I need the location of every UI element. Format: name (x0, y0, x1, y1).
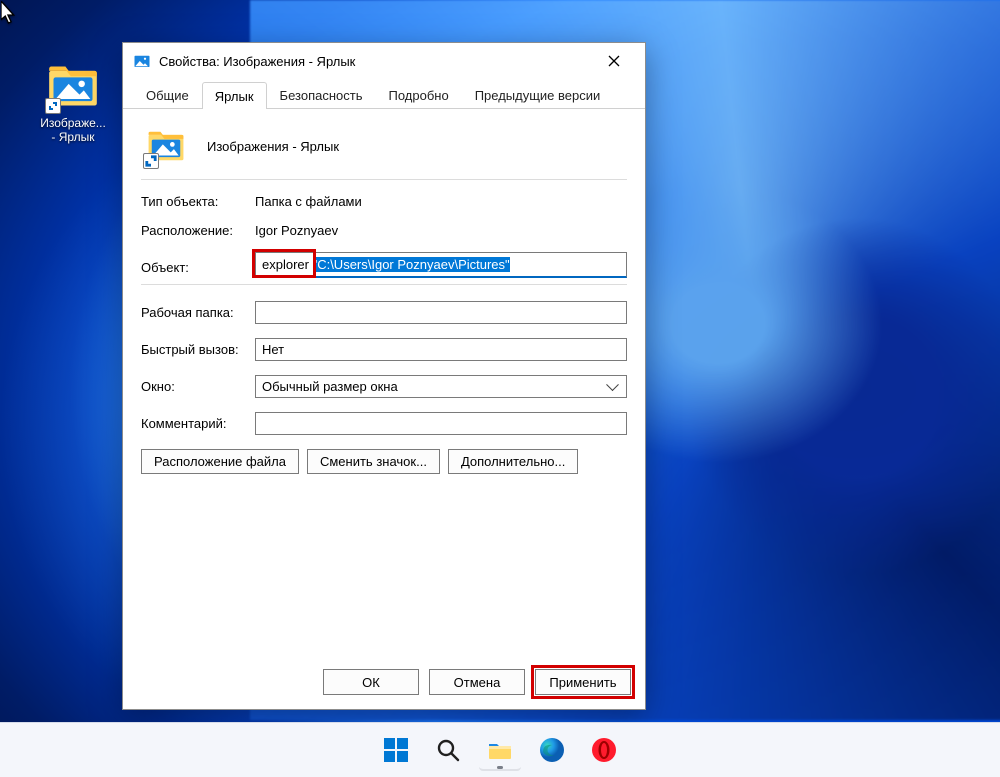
dialog-title-icon (133, 52, 151, 70)
tab-general[interactable]: Общие (133, 81, 202, 108)
location-label: Расположение: (141, 223, 255, 238)
run-select[interactable]: Обычный размер окна (255, 375, 627, 398)
search-icon (434, 736, 462, 764)
properties-dialog: Свойства: Изображения - Ярлык Общие Ярлы… (122, 42, 646, 710)
comment-label: Комментарий: (141, 416, 255, 431)
taskbar-opera[interactable] (583, 729, 625, 771)
target-path-selection: "C:\Users\Igor Poznyaev\Pictures" (313, 257, 510, 272)
opera-icon (590, 736, 618, 764)
apply-button[interactable]: Применить (535, 669, 631, 695)
desktop-shortcut-images[interactable]: Изображе... - Ярлык (30, 60, 116, 144)
change-icon-button[interactable]: Сменить значок... (307, 449, 440, 474)
run-label: Окно: (141, 379, 255, 394)
cancel-button[interactable]: Отмена (429, 669, 525, 695)
shortcutkey-input[interactable] (255, 338, 627, 361)
dialog-footer: ОК Отмена Применить (123, 657, 645, 709)
start-button[interactable] (375, 729, 417, 771)
comment-input[interactable] (255, 412, 627, 435)
shortcutkey-label: Быстрый вызов: (141, 342, 255, 357)
advanced-button[interactable]: Дополнительно... (448, 449, 578, 474)
shortcut-arrow-icon (143, 153, 159, 169)
shortcut-label-line1: Изображе... (30, 116, 116, 130)
tab-previous-versions[interactable]: Предыдущие версии (462, 81, 614, 108)
dialog-titlebar[interactable]: Свойства: Изображения - Ярлык (123, 43, 645, 79)
target-input[interactable]: explorer "C:\Users\Igor Poznyaev\Picture… (255, 252, 627, 278)
location-value: Igor Poznyaev (255, 223, 627, 238)
tab-details[interactable]: Подробно (375, 81, 461, 108)
dialog-title: Свойства: Изображения - Ярлык (159, 54, 591, 69)
shortcut-label-line2: - Ярлык (30, 130, 116, 144)
shortcut-tab-body: Изображения - Ярлык Тип объекта: Папка с… (123, 109, 645, 657)
tabs: Общие Ярлык Безопасность Подробно Предыд… (123, 79, 645, 109)
open-file-location-button[interactable]: Расположение файла (141, 449, 299, 474)
ok-button[interactable]: ОК (323, 669, 419, 695)
workdir-input[interactable] (255, 301, 627, 324)
edge-icon (538, 736, 566, 764)
close-icon (608, 55, 620, 67)
target-label: Объект: (141, 256, 255, 275)
tab-security[interactable]: Безопасность (267, 81, 376, 108)
taskbar-edge[interactable] (531, 729, 573, 771)
taskbar-search[interactable] (427, 729, 469, 771)
workdir-label: Рабочая папка: (141, 305, 255, 320)
mouse-cursor-icon (1, 1, 17, 23)
taskbar-file-explorer[interactable] (479, 729, 521, 771)
close-button[interactable] (591, 45, 637, 77)
file-explorer-icon (486, 736, 514, 764)
type-value: Папка с файлами (255, 194, 627, 209)
item-name: Изображения - Ярлык (207, 139, 339, 154)
tab-shortcut[interactable]: Ярлык (202, 82, 267, 109)
target-prefix: explorer (262, 257, 313, 272)
taskbar (0, 722, 1000, 777)
windows-logo-icon (382, 736, 410, 764)
type-label: Тип объекта: (141, 194, 255, 209)
shortcut-arrow-icon (45, 98, 61, 114)
